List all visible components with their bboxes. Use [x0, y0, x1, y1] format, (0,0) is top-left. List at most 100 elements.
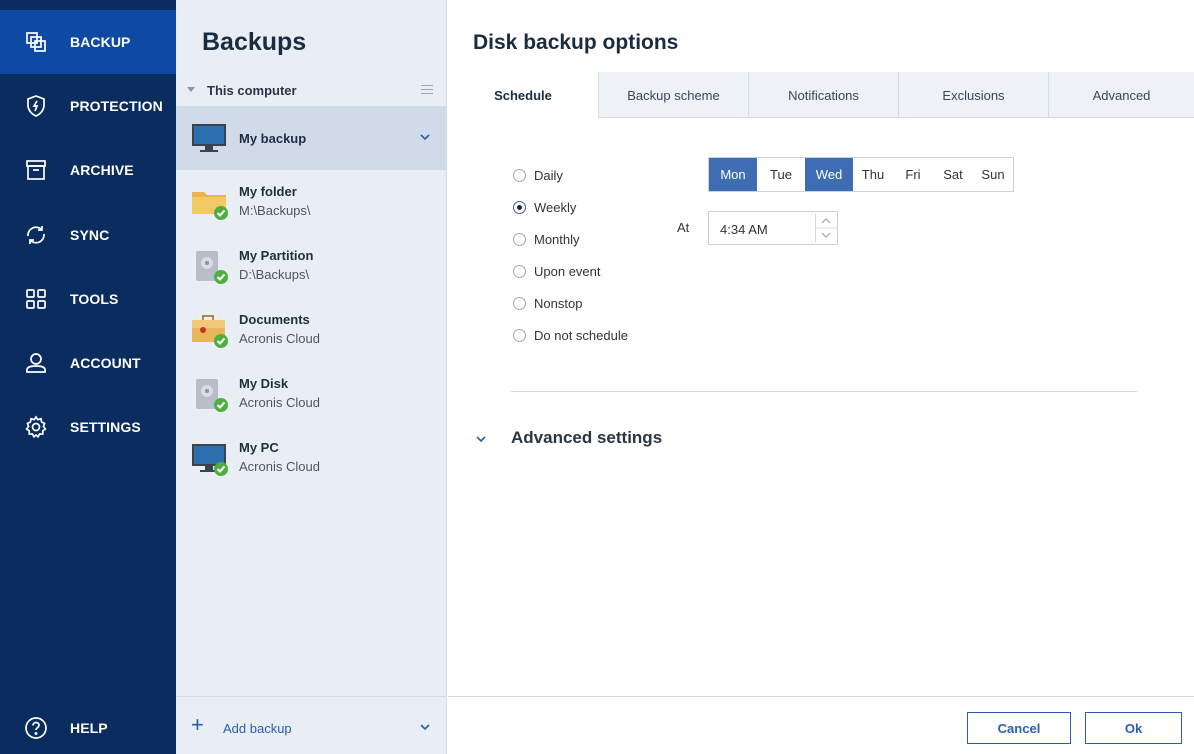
- backup-destination: M:\Backups\: [239, 203, 311, 218]
- backup-list-item[interactable]: My PC Acronis Cloud: [176, 426, 446, 490]
- backup-list-item[interactable]: Documents Acronis Cloud: [176, 298, 446, 362]
- add-backup-button[interactable]: + Add backup: [176, 696, 446, 754]
- nav-item-backup[interactable]: BACKUP: [0, 10, 176, 74]
- nav-label: ARCHIVE: [70, 162, 134, 178]
- radio-button[interactable]: [513, 233, 526, 246]
- cancel-button[interactable]: Cancel: [967, 712, 1071, 744]
- schedule-option-do-not-schedule[interactable]: Do not schedule: [513, 328, 628, 343]
- nav-label: SYNC: [70, 227, 110, 243]
- schedule-option-daily[interactable]: Daily: [513, 168, 563, 183]
- tab-bar: Schedule Backup scheme Notifications Exc…: [448, 72, 1194, 119]
- backup-destination: Acronis Cloud: [239, 395, 320, 410]
- tab-notifications[interactable]: Notifications: [748, 72, 898, 118]
- nav-label: TOOLS: [70, 291, 119, 307]
- plus-icon: +: [191, 712, 204, 737]
- folder-icon: [192, 192, 228, 220]
- nav-item-settings[interactable]: SETTINGS: [0, 395, 176, 459]
- tab-schedule[interactable]: Schedule: [448, 72, 598, 119]
- day-toggle-wed[interactable]: Wed: [805, 158, 853, 191]
- day-toggle-fri[interactable]: Fri: [893, 158, 933, 191]
- backup-name: My Disk: [239, 376, 289, 391]
- schedule-option-monthly[interactable]: Monthly: [513, 232, 580, 247]
- main-navigation: BACKUP PROTECTION ARCHIVE SYNC TOOLS ACC…: [0, 0, 176, 754]
- advanced-settings-toggle[interactable]: Advanced settings: [511, 428, 662, 448]
- nav-item-help[interactable]: HELP: [0, 696, 176, 754]
- nav-label: BACKUP: [70, 34, 131, 50]
- tab-advanced[interactable]: Advanced: [1048, 72, 1194, 118]
- day-toggle-mon[interactable]: Mon: [709, 158, 757, 191]
- schedule-option-nonstop[interactable]: Nonstop: [513, 296, 582, 311]
- backup-list-item[interactable]: My folder M:\Backups\: [176, 170, 446, 234]
- options-panel: Disk backup options Schedule Backup sche…: [448, 0, 1194, 754]
- backup-name: My folder: [239, 184, 297, 199]
- nav-item-sync[interactable]: SYNC: [0, 203, 176, 267]
- menu-icon[interactable]: [421, 85, 433, 97]
- nav-item-protection[interactable]: PROTECTION: [0, 74, 176, 138]
- group-header-this-computer[interactable]: This computer: [176, 78, 446, 104]
- gear-icon: [0, 395, 70, 459]
- page-title: Disk backup options: [473, 31, 679, 54]
- day-toggle-sat[interactable]: Sat: [933, 158, 973, 191]
- radio-button[interactable]: [513, 329, 526, 342]
- radio-label: Do not schedule: [534, 328, 628, 343]
- schedule-option-weekly[interactable]: Weekly: [513, 200, 576, 215]
- time-value: 4:34 AM: [720, 222, 768, 237]
- at-label: At: [677, 220, 690, 235]
- group-label: This computer: [207, 83, 297, 98]
- tab-exclusions[interactable]: Exclusions: [898, 72, 1048, 118]
- backup-name: Documents: [239, 312, 310, 327]
- radio-label: Daily: [534, 168, 563, 183]
- chevron-down-icon[interactable]: [419, 132, 431, 142]
- tab-backup-scheme[interactable]: Backup scheme: [598, 72, 748, 118]
- hard-drive-icon: [196, 251, 228, 284]
- backup-destination: Acronis Cloud: [239, 459, 320, 474]
- day-toggle-tue[interactable]: Tue: [757, 158, 805, 191]
- time-spinner[interactable]: [815, 214, 837, 242]
- archive-box-icon: [0, 138, 70, 202]
- section-divider: [511, 391, 1137, 392]
- backup-list-item[interactable]: My Partition D:\Backups\: [176, 234, 446, 298]
- caret-down-icon: [187, 87, 195, 92]
- panel-title: Backups: [202, 28, 307, 56]
- nav-label: PROTECTION: [70, 98, 163, 114]
- sync-icon: [0, 203, 70, 267]
- monitor-icon: [192, 444, 228, 476]
- nav-label: SETTINGS: [70, 419, 141, 435]
- backup-destination: Acronis Cloud: [239, 331, 320, 346]
- radio-button[interactable]: [513, 297, 526, 310]
- day-toggle-thu[interactable]: Thu: [853, 158, 893, 191]
- shield-icon: [0, 74, 70, 138]
- hard-drive-icon: [196, 379, 228, 412]
- nav-label: ACCOUNT: [70, 355, 141, 371]
- backup-name: My backup: [239, 131, 307, 146]
- time-input[interactable]: 4:34 AM: [708, 211, 838, 245]
- radio-label: Monthly: [534, 232, 580, 247]
- nav-item-tools[interactable]: TOOLS: [0, 267, 176, 331]
- chevron-down-icon[interactable]: [475, 434, 487, 444]
- account-icon: [0, 331, 70, 395]
- add-backup-label: Add backup: [223, 721, 292, 736]
- day-toggle-sun[interactable]: Sun: [973, 158, 1013, 191]
- ok-button[interactable]: Ok: [1085, 712, 1182, 744]
- backup-icon: [0, 10, 70, 74]
- backup-list-item[interactable]: My Disk Acronis Cloud: [176, 362, 446, 426]
- backups-list-panel: Backups This computer My backup My folde…: [176, 0, 447, 754]
- radio-label: Weekly: [534, 200, 577, 215]
- schedule-option-upon-event[interactable]: Upon event: [513, 264, 601, 279]
- backup-name: My PC: [239, 440, 279, 455]
- nav-label: HELP: [70, 720, 108, 736]
- radio-label: Nonstop: [534, 296, 583, 311]
- radio-button[interactable]: [513, 265, 526, 278]
- weekday-picker: Mon Tue Wed Thu Fri Sat Sun: [708, 157, 1014, 192]
- nav-item-archive[interactable]: ARCHIVE: [0, 138, 176, 202]
- backup-destination: D:\Backups\: [239, 267, 310, 282]
- backup-name: My Partition: [239, 248, 314, 263]
- nav-item-account[interactable]: ACCOUNT: [0, 331, 176, 395]
- radio-button-selected[interactable]: [513, 201, 526, 214]
- dialog-footer: Cancel Ok: [448, 696, 1194, 754]
- briefcase-icon: [192, 315, 228, 348]
- radio-label: Upon event: [534, 264, 601, 279]
- backup-list-item[interactable]: My backup: [176, 106, 446, 170]
- chevron-down-icon[interactable]: [419, 722, 431, 732]
- radio-button[interactable]: [513, 169, 526, 182]
